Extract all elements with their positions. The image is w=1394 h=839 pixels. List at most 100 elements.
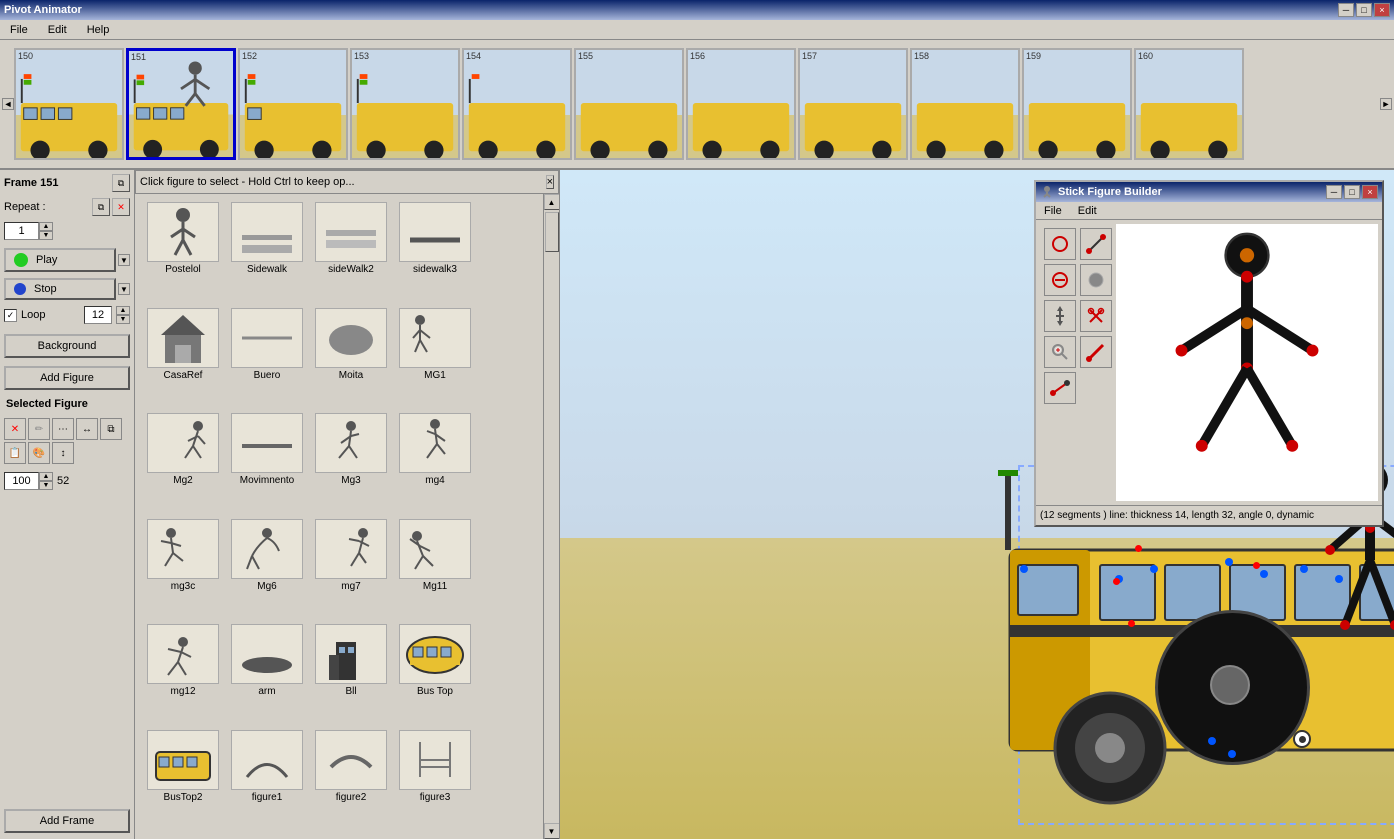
figure-item-casaref[interactable]: CasaRef <box>143 308 223 410</box>
frame-thumb-4[interactable]: 154 <box>462 48 572 160</box>
figure-item-sidewalk[interactable]: Sidewalk <box>227 202 307 304</box>
color-btn[interactable]: 🎨 <box>28 442 50 464</box>
stop-scroll-btn[interactable]: ▼ <box>118 283 130 295</box>
figure-item-mg6[interactable]: Mg6 <box>227 519 307 621</box>
background-button[interactable]: Background <box>4 334 130 358</box>
edit-figure-btn[interactable]: ✏ <box>28 418 50 440</box>
frame-copy-button[interactable]: ⧉ <box>112 174 130 192</box>
frame-thumb-8[interactable]: 158 <box>910 48 1020 160</box>
zoom-input[interactable] <box>4 472 39 490</box>
figure-item-postelol[interactable]: Postelol <box>143 202 223 304</box>
sfb-tool-magnify[interactable] <box>1044 336 1076 368</box>
sfb-tool-row-3 <box>1044 300 1112 332</box>
delete-figure-btn[interactable]: ✕ <box>4 418 26 440</box>
frame-thumb-5[interactable]: 155 <box>574 48 684 160</box>
sfb-tool-arrows[interactable] <box>1044 300 1076 332</box>
figure-item-mg7[interactable]: mg7 <box>311 519 391 621</box>
copy-figure-btn[interactable]: ⧉ <box>100 418 122 440</box>
play-scroll-btn[interactable]: ▼ <box>118 254 130 266</box>
frame-thumb-6[interactable]: 156 <box>686 48 796 160</box>
maximize-button[interactable]: □ <box>1356 3 1372 17</box>
zoom-spin-up[interactable]: ▲ <box>39 472 53 481</box>
figure-label-sidewalk3: sidewalk3 <box>395 264 475 275</box>
sfb-tools-panel <box>1040 224 1116 501</box>
sfb-tool-no-entry[interactable] <box>1044 264 1076 296</box>
sfb-menu-file[interactable]: File <box>1040 205 1066 217</box>
figure-panel-scrollbar[interactable]: ▲ ▼ <box>543 194 559 839</box>
figure-item-moita[interactable]: Moita <box>311 308 391 410</box>
menu-file[interactable]: File <box>4 22 34 38</box>
repeat-delete-btn[interactable]: ✕ <box>112 198 130 216</box>
repeat-label: Repeat : <box>4 201 46 213</box>
repeat-copy-btn[interactable]: ⧉ <box>92 198 110 216</box>
frame-thumb-3[interactable]: 153 <box>350 48 460 160</box>
sfb-maximize-btn[interactable]: □ <box>1344 185 1360 199</box>
figure-label-bustop2: BusTop2 <box>143 792 223 803</box>
sfb-tool-line-red[interactable] <box>1044 372 1076 404</box>
figure-item-mg12[interactable]: mg12 <box>143 624 223 726</box>
figure-item-mg3[interactable]: Mg3 <box>311 413 391 515</box>
menu-edit[interactable]: Edit <box>42 22 73 38</box>
repeat-input[interactable] <box>4 222 39 240</box>
sfb-tool-cross-red[interactable] <box>1080 336 1112 368</box>
figure-item-mg4[interactable]: mg4 <box>395 413 475 515</box>
figure-panel-close[interactable]: × <box>546 175 554 189</box>
sfb-figure-canvas[interactable] <box>1116 224 1378 501</box>
sfb-tool-circle-hollow[interactable] <box>1044 228 1076 260</box>
scroll-thumb[interactable] <box>545 212 559 252</box>
figure-item-bustop[interactable]: Bus Top <box>395 624 475 726</box>
flip-v-btn[interactable]: ↕ <box>52 442 74 464</box>
figure-item-bll[interactable]: Bll <box>311 624 391 726</box>
figure-item-movimnento[interactable]: Movimnento <box>227 413 307 515</box>
figure-item-mg2[interactable]: Mg2 <box>143 413 223 515</box>
sfb-tool-scissors[interactable] <box>1080 300 1112 332</box>
frame-thumb-10[interactable]: 160 <box>1134 48 1244 160</box>
frame-thumb-7[interactable]: 157 <box>798 48 908 160</box>
stop-button[interactable]: Stop <box>4 278 116 300</box>
figure-item-arc2[interactable]: figure2 <box>311 730 391 832</box>
sfb-close-btn[interactable]: × <box>1362 185 1378 199</box>
figure-label-mg3c: mg3c <box>143 581 223 592</box>
repeat-spin-down[interactable]: ▼ <box>39 231 53 240</box>
add-frame-button[interactable]: Add Frame <box>4 809 130 833</box>
figure-item-mg3c[interactable]: mg3c <box>143 519 223 621</box>
figure-item-bustop2[interactable]: BusTop2 <box>143 730 223 832</box>
figure-label-arm: arm <box>227 686 307 697</box>
scroll-up-btn[interactable]: ▲ <box>544 194 560 210</box>
tool-btn-3[interactable]: ⋯ <box>52 418 74 440</box>
figure-item-sidewalk3[interactable]: sidewalk3 <box>395 202 475 304</box>
figure-item-arc1[interactable]: figure1 <box>227 730 307 832</box>
figure-item-mg1[interactable]: MG1 <box>395 308 475 410</box>
paste-figure-btn[interactable]: 📋 <box>4 442 26 464</box>
figure-item-sidewalk2[interactable]: sideWalk2 <box>311 202 391 304</box>
frame-thumb-2[interactable]: 152 <box>238 48 348 160</box>
figure-item-arm[interactable]: arm <box>227 624 307 726</box>
sfb-tool-line[interactable] <box>1080 228 1112 260</box>
play-button[interactable]: Play <box>4 248 116 272</box>
menu-help[interactable]: Help <box>81 22 116 38</box>
frame-thumb-1[interactable]: 151 <box>126 48 236 160</box>
frame-thumb-0[interactable]: 150 <box>14 48 124 160</box>
minimize-button[interactable]: ─ <box>1338 3 1354 17</box>
timeline-right-nav[interactable]: ► <box>1380 98 1392 110</box>
close-button[interactable]: × <box>1374 3 1390 17</box>
loop-checkbox[interactable]: ✓ <box>4 309 17 322</box>
canvas-area[interactable]: BUS <box>560 170 1394 839</box>
figure-item-buero[interactable]: Buero <box>227 308 307 410</box>
loop-spin-down[interactable]: ▼ <box>116 315 130 324</box>
flip-h-btn[interactable]: ↔ <box>76 418 98 440</box>
figure-label-mg3: Mg3 <box>311 475 391 486</box>
timeline-left-nav[interactable]: ◄ <box>2 98 14 110</box>
figure-item-mg11[interactable]: Mg11 <box>395 519 475 621</box>
frame-thumb-9[interactable]: 159 <box>1022 48 1132 160</box>
loop-spin-up[interactable]: ▲ <box>116 306 130 315</box>
add-figure-button[interactable]: Add Figure <box>4 366 130 390</box>
sfb-menu-edit[interactable]: Edit <box>1074 205 1101 217</box>
figure-item-chair[interactable]: figure3 <box>395 730 475 832</box>
loop-value-input[interactable] <box>84 306 112 324</box>
sfb-tool-circle-gray[interactable] <box>1080 264 1112 296</box>
repeat-spin-up[interactable]: ▲ <box>39 222 53 231</box>
zoom-spin-down[interactable]: ▼ <box>39 481 53 490</box>
scroll-down-btn[interactable]: ▼ <box>544 823 560 839</box>
sfb-minimize-btn[interactable]: ─ <box>1326 185 1342 199</box>
